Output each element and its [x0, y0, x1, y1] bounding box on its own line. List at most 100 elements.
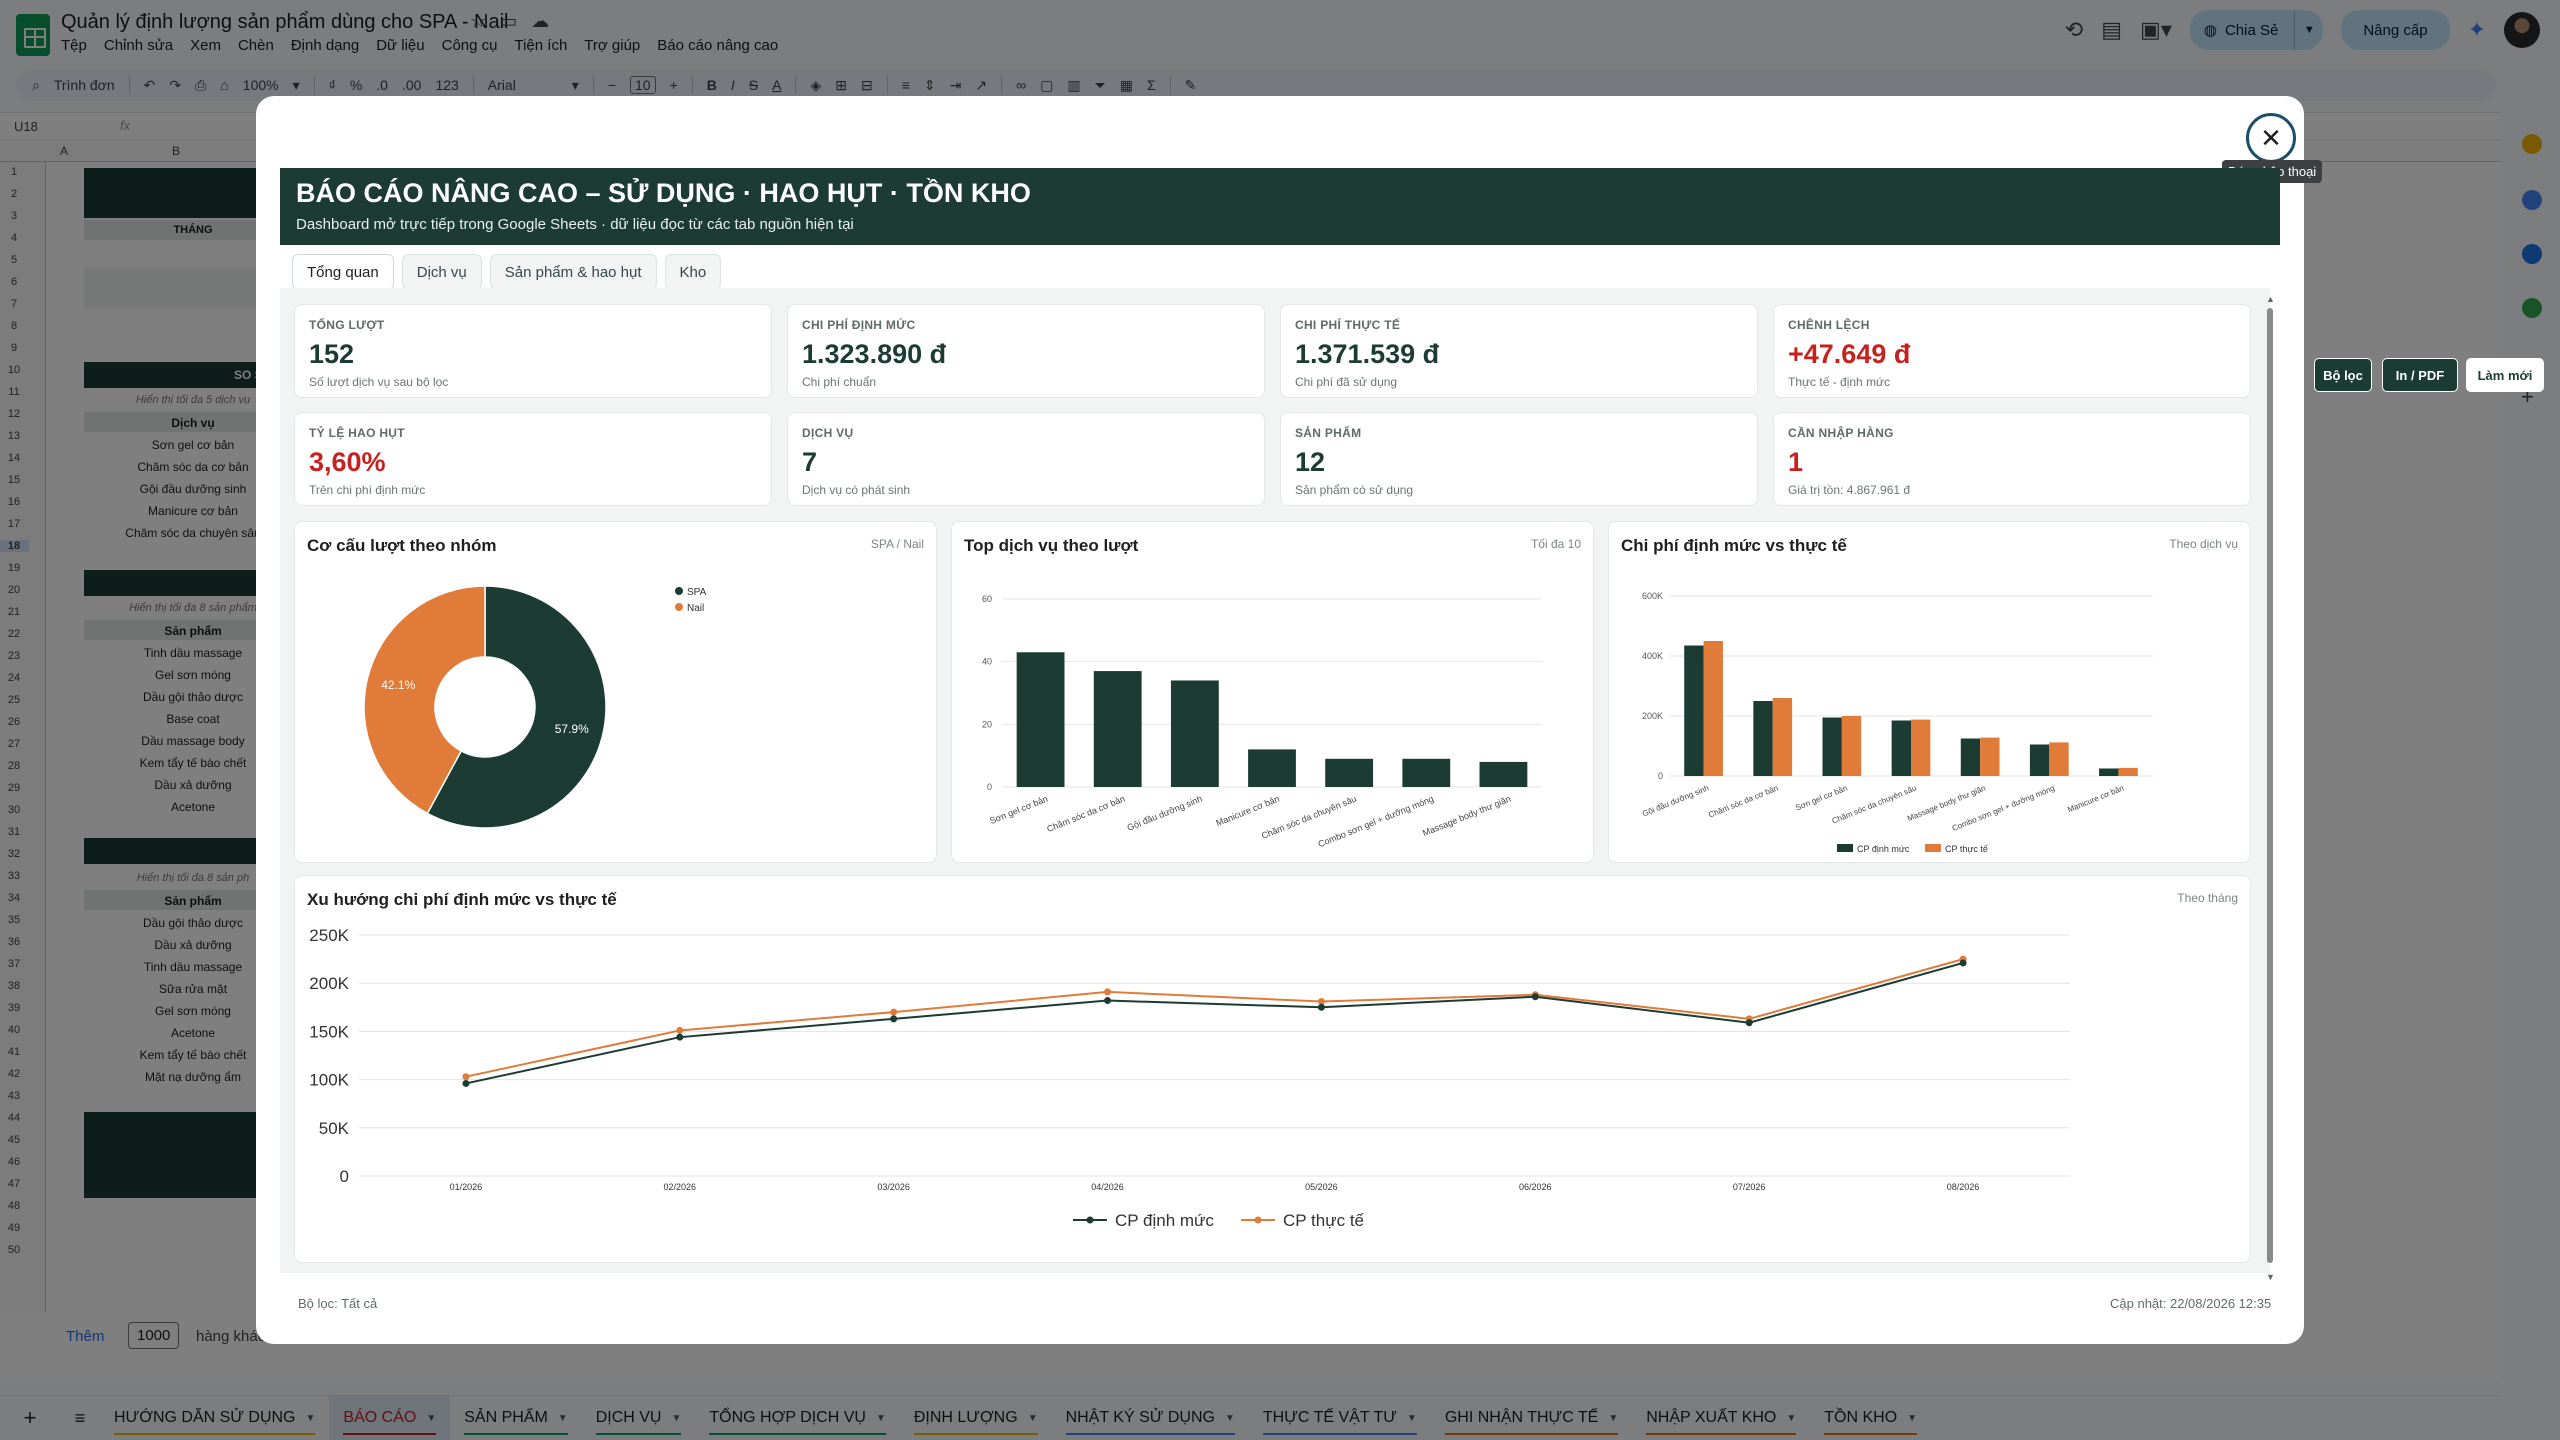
y-tick-label: 0	[987, 782, 992, 792]
bar-actual[interactable]	[2049, 742, 2069, 776]
bar[interactable]	[1479, 761, 1528, 787]
data-point[interactable]	[1531, 993, 1539, 1001]
filter-button[interactable]: Bộ lọc	[2314, 358, 2372, 392]
kpi-card: TỔNG LƯỢT 152 Số lượt dịch vụ sau bộ lọc	[294, 304, 772, 398]
bar[interactable]	[1248, 749, 1296, 787]
bar-norm[interactable]	[1684, 645, 1704, 777]
footer-updated-time: Cập nhật: 22/08/2026 12:35	[2110, 1296, 2272, 1311]
report-tabs: Tổng quan Dịch vụ Sản phẩm & hao hụt Kho	[292, 254, 722, 290]
legend-marker	[1254, 1216, 1262, 1224]
y-tick-label: 0	[1658, 771, 1663, 781]
data-point[interactable]	[1104, 997, 1112, 1005]
data-point[interactable]	[890, 1015, 898, 1023]
close-dialog-button[interactable]: ✕	[2246, 113, 2296, 163]
legend-label: CP định mức	[1115, 1211, 1214, 1230]
report-tab[interactable]: Dịch vụ	[401, 254, 482, 290]
kpi-sub: Sản phẩm có sử dụng	[1295, 483, 1414, 497]
bar[interactable]	[1016, 652, 1065, 787]
data-point[interactable]	[1959, 959, 1967, 967]
data-point[interactable]	[462, 1073, 470, 1081]
bar-norm[interactable]	[2099, 768, 2119, 777]
bar-actual[interactable]	[1911, 719, 1931, 776]
kpi-card: CHI PHÍ ĐỊNH MỨC 1.323.890 đ Chi phí chuẩn	[787, 304, 1265, 398]
chart-pie: Cơ cấu lượt theo nhóm SPA / Nail 57.9% 42.1…	[294, 521, 937, 863]
y-tick-label: 50K	[319, 1119, 350, 1138]
x-tick-label: 02/2026	[664, 1182, 697, 1192]
kpi-card: CHI PHÍ THỰC TẾ 1.371.539 đ Chi phí đã sử …	[1280, 304, 1758, 398]
y-tick-label: 20	[982, 719, 992, 729]
y-tick-label: 150K	[309, 1022, 349, 1041]
bar-norm[interactable]	[1891, 720, 1911, 777]
footer-filter-status: Bộ lọc: Tất cả	[298, 1296, 378, 1311]
y-tick-label: 250K	[309, 926, 349, 945]
data-point[interactable]	[676, 1033, 684, 1041]
bar-norm[interactable]	[1822, 717, 1842, 777]
chart-top-services-svg: 0 20 40 60 Sơn gel cơ bảnChăm sóc da cơ bản G…	[982, 594, 1542, 849]
kpi-sub: Số lượt dịch vụ sau bộ lọc	[309, 375, 449, 389]
bar-actual[interactable]	[1980, 737, 2000, 776]
scrollbar-thumb[interactable]	[2267, 308, 2273, 1263]
kpi-value: 7	[802, 447, 818, 477]
bar-actual[interactable]	[2118, 767, 2138, 776]
data-point[interactable]	[676, 1026, 684, 1034]
report-tab[interactable]: Tổng quan	[292, 254, 394, 290]
y-tick-label: 600K	[1642, 591, 1663, 601]
x-tick-label: 06/2026	[1519, 1182, 1552, 1192]
series-line-norm[interactable]	[465, 961, 1964, 1085]
pie-slice-label: 42.1%	[381, 678, 415, 692]
y-tick-label: 100K	[309, 1071, 349, 1090]
kpi-card: TỶ LỆ HAO HỤT 3,60% Trên chi phí định mức	[294, 412, 772, 506]
kpi-sub: Thực tế - định mức	[1788, 375, 1891, 389]
legend-marker	[1086, 1216, 1094, 1224]
x-tick-label: Sơn gel cơ bản	[1794, 784, 1848, 813]
x-tick-label: Gội đầu dưỡng sinh	[1641, 784, 1710, 819]
y-tick-label: 400K	[1642, 651, 1663, 661]
data-point[interactable]	[1317, 1003, 1325, 1011]
kpi-label: CẦN NHẬP HÀNG	[1788, 426, 1894, 440]
kpi-label: CHI PHÍ THỰC TẾ	[1295, 318, 1401, 332]
print-pdf-button[interactable]: In / PDF	[2382, 358, 2458, 392]
x-tick-label: 08/2026	[1947, 1182, 1980, 1192]
bar[interactable]	[1402, 758, 1451, 787]
kpi-value: 1.371.539 đ	[1295, 339, 1440, 369]
bar-norm[interactable]	[1960, 738, 1981, 777]
chart-pie-svg: 57.9% 42.1% SPA Nail	[363, 585, 707, 829]
data-point[interactable]	[890, 1008, 898, 1016]
kpi-value: 152	[309, 339, 355, 369]
kpi-label: TỶ LỆ HAO HỤT	[309, 426, 405, 440]
bar-actual[interactable]	[1841, 716, 1862, 776]
data-point[interactable]	[462, 1079, 470, 1087]
kpi-card: CẦN NHẬP HÀNG 1 Giá trị tồn: 4.867.961 đ	[1773, 412, 2251, 506]
bar[interactable]	[1170, 680, 1219, 787]
legend-swatch	[1925, 844, 1941, 852]
series-line-actual[interactable]	[465, 958, 1964, 1078]
scroll-down-icon[interactable]: ▼	[2266, 1272, 2275, 1282]
bar-norm[interactable]	[1753, 701, 1773, 776]
chart-cost-trend: Xu hướng chi phí định mức vs thực tế Theo…	[294, 875, 2251, 1263]
bar[interactable]	[1093, 671, 1142, 787]
report-content: TỔNG LƯỢT 152 Số lượt dịch vụ sau bộ lọc CH…	[280, 288, 2270, 1273]
bar[interactable]	[1325, 758, 1374, 787]
bar-actual[interactable]	[1772, 698, 1793, 776]
chart-cost-by-service: Chi phí định mức vs thực tế Theo dịch vụ 0…	[1608, 521, 2251, 863]
bar-actual[interactable]	[1703, 641, 1723, 776]
y-tick-label: 200K	[1642, 711, 1663, 721]
report-tab[interactable]: Kho	[664, 254, 722, 290]
bar-norm[interactable]	[2029, 744, 2050, 777]
legend-swatch	[675, 587, 683, 595]
x-tick-label: Sơn gel cơ bản	[988, 794, 1049, 826]
data-point[interactable]	[1104, 988, 1112, 996]
chart-cost-by-service-svg: 0 200K 400K 600K Gội đầu dưỡng sinhChăm sóc …	[1641, 591, 2153, 854]
kpi-label: SẢN PHẨM	[1295, 426, 1362, 440]
report-title: BÁO CÁO NÂNG CAO – SỬ DỤNG · HAO HỤT · T…	[296, 178, 1031, 208]
report-scrollbar[interactable]: ▲ ▼	[2266, 294, 2275, 1282]
y-tick-label: 200K	[309, 974, 349, 993]
data-point[interactable]	[1745, 1019, 1753, 1027]
report-tab[interactable]: Sản phẩm & hao hụt	[489, 254, 657, 290]
x-tick-label: 04/2026	[1091, 1182, 1124, 1192]
kpi-value: 1.323.890 đ	[802, 339, 947, 369]
refresh-button[interactable]: Làm mới	[2466, 358, 2544, 392]
scroll-up-icon[interactable]: ▲	[2266, 294, 2275, 304]
x-tick-label: Chăm sóc da cơ bản	[1707, 784, 1779, 820]
legend-swatch	[1837, 844, 1853, 852]
